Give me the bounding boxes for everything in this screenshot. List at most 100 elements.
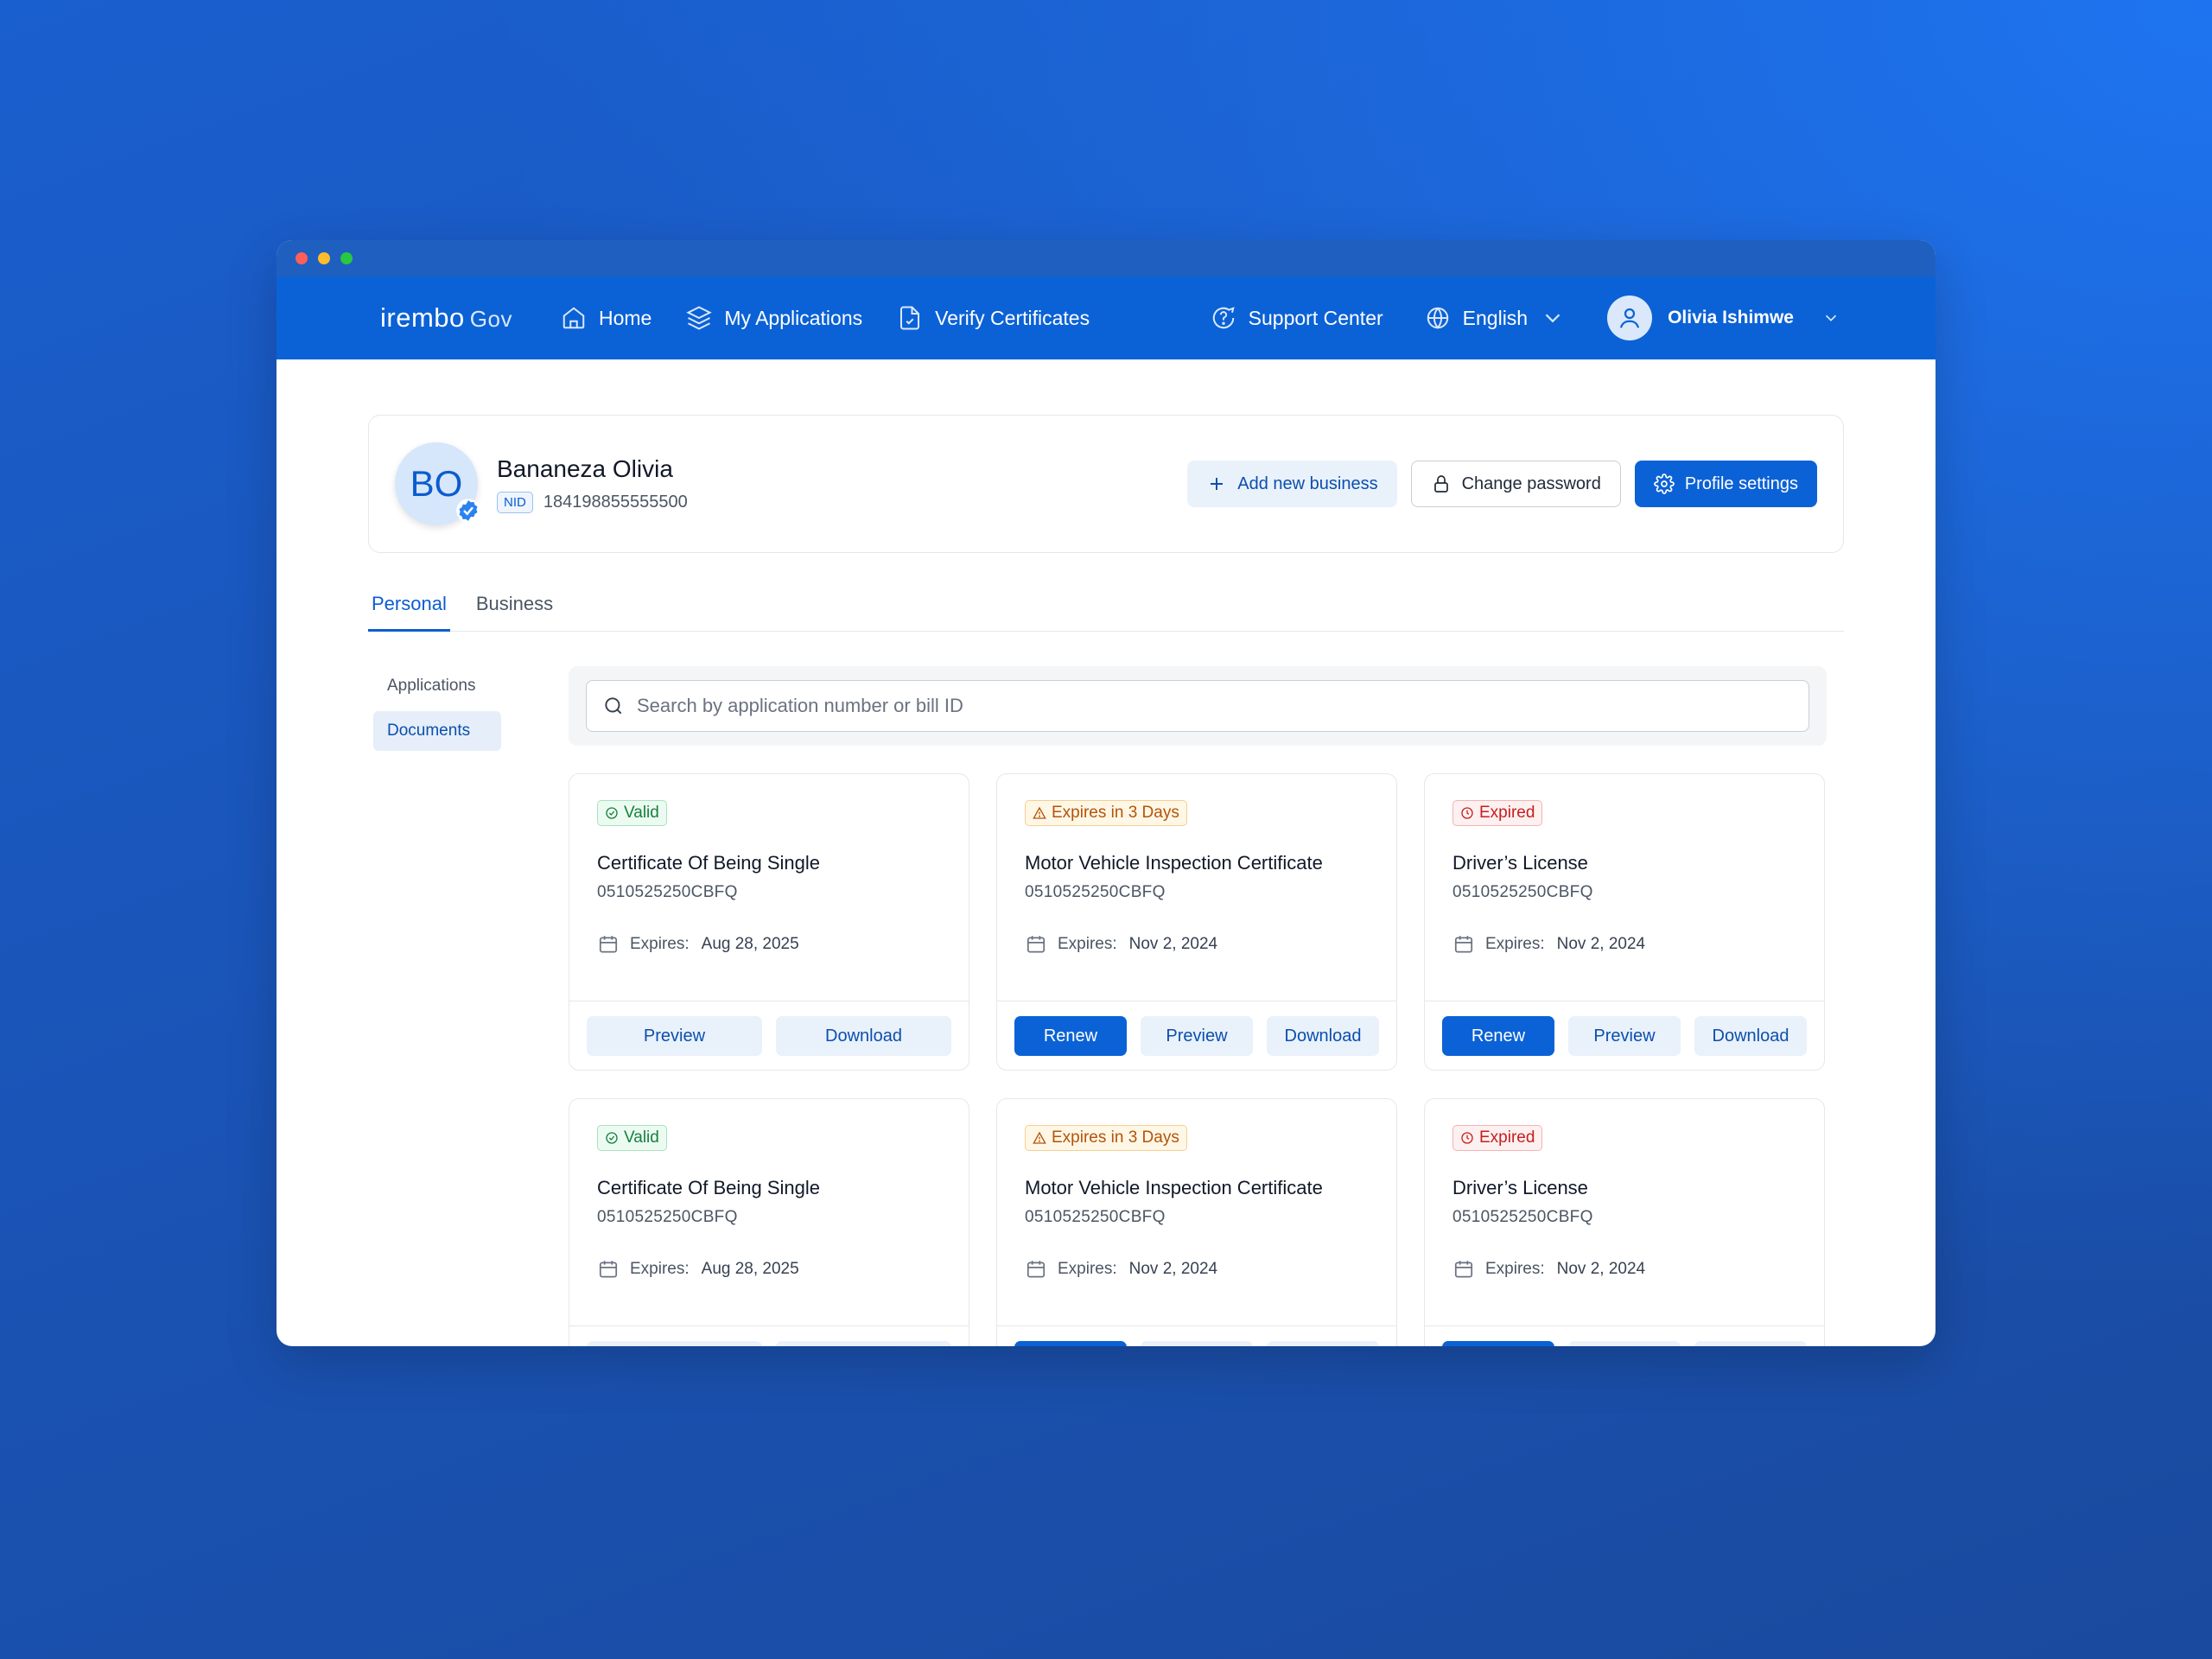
nid-number: 184198855555500	[543, 492, 688, 512]
document-id: 0510525250CBFQ	[1452, 1207, 1593, 1226]
maximize-window-button[interactable]	[340, 252, 353, 264]
plus-icon	[1211, 478, 1224, 490]
download-button[interactable]: Download	[776, 1016, 951, 1056]
renew-button[interactable]: Renew	[1014, 1341, 1127, 1346]
document-title: Motor Vehicle Inspection Certificate	[1025, 851, 1323, 874]
nav-support-center[interactable]: Support Center	[1211, 305, 1383, 331]
expiry-row: Expires: Aug 28, 2025	[597, 933, 941, 956]
document-id: 0510525250CBFQ	[597, 882, 738, 901]
nid-badge: NID	[497, 491, 533, 513]
search-input[interactable]: Search by application number or bill ID	[586, 679, 1809, 732]
sidebar-item-documents[interactable]: Documents	[373, 710, 501, 751]
document-id: 0510525250CBFQ	[1025, 1207, 1166, 1226]
globe-icon	[1427, 307, 1448, 329]
status-badge: Expires in 3 Days	[1025, 1124, 1187, 1151]
nav-verify-certificates[interactable]: Verify Certificates	[897, 305, 1090, 331]
user-icon	[1620, 308, 1640, 328]
renew-button[interactable]: Renew	[1442, 1341, 1554, 1346]
file-check-icon	[900, 306, 920, 330]
search-icon	[605, 696, 622, 714]
expires-label: Expires:	[1058, 934, 1117, 953]
renew-button[interactable]: Renew	[1442, 1016, 1554, 1056]
expiry-date: Nov 2, 2024	[1556, 1259, 1646, 1278]
card-actions: Renew Preview Download	[997, 1325, 1396, 1346]
document-title: Certificate Of Being Single	[597, 851, 821, 874]
card-actions: Renew Preview Download	[997, 1000, 1396, 1070]
warning-icon	[1033, 1131, 1046, 1144]
calendar-icon	[1027, 1260, 1046, 1278]
clock-icon	[1461, 806, 1473, 819]
document-title: Driver’s License	[1452, 851, 1588, 874]
home-icon	[563, 307, 585, 329]
sidebar: Applications Documents	[368, 666, 569, 1347]
user-menu[interactable]: Olivia Ishimwe	[1607, 296, 1840, 340]
document-title: Motor Vehicle Inspection Certificate	[1025, 1176, 1323, 1198]
browser-window: irembo Gov Home My Applications Verify Ce…	[276, 240, 1936, 1346]
renew-button[interactable]: Renew	[1014, 1016, 1127, 1056]
window-titlebar	[276, 240, 1936, 276]
language-selector[interactable]: English	[1425, 305, 1566, 331]
preview-button[interactable]: Preview	[587, 1341, 762, 1346]
preview-button[interactable]: Preview	[587, 1016, 762, 1056]
close-window-button[interactable]	[296, 252, 308, 264]
expiry-date: Aug 28, 2025	[701, 934, 799, 953]
expiry-date: Nov 2, 2024	[1128, 1259, 1218, 1278]
search-placeholder: Search by application number or bill ID	[637, 694, 963, 716]
profile-avatar: BO	[395, 442, 480, 525]
document-card: Expires in 3 Days Motor Vehicle Inspecti…	[996, 1097, 1397, 1346]
preview-button[interactable]: Preview	[1141, 1341, 1253, 1346]
download-button[interactable]: Download	[1694, 1016, 1807, 1056]
calendar-icon	[1027, 935, 1046, 953]
expires-label: Expires:	[630, 1259, 690, 1278]
download-button[interactable]: Download	[1267, 1016, 1379, 1056]
minimize-window-button[interactable]	[318, 252, 330, 264]
preview-button[interactable]: Preview	[1141, 1016, 1253, 1056]
expiry-row: Expires: Nov 2, 2024	[1025, 933, 1369, 956]
preview-button[interactable]: Preview	[1568, 1341, 1681, 1346]
expiry-date: Nov 2, 2024	[1556, 934, 1646, 953]
tab-personal[interactable]: Personal	[368, 593, 450, 632]
expires-label: Expires:	[1485, 934, 1545, 953]
expiry-row: Expires: Nov 2, 2024	[1452, 933, 1796, 956]
nav-home[interactable]: Home	[561, 305, 652, 331]
calendar-icon	[599, 935, 618, 953]
document-card: Valid Certificate Of Being Single 051052…	[569, 772, 969, 1071]
status-badge: Expired	[1452, 799, 1543, 826]
document-title: Driver’s License	[1452, 1176, 1588, 1198]
status-badge: Valid	[597, 799, 667, 826]
expiry-date: Nov 2, 2024	[1128, 934, 1218, 953]
expires-label: Expires:	[1485, 1259, 1545, 1278]
search-bar-container: Search by application number or bill ID	[569, 665, 1827, 746]
gear-icon	[1654, 474, 1675, 494]
expires-label: Expires:	[1058, 1259, 1117, 1278]
calendar-icon	[1454, 1260, 1473, 1278]
download-button[interactable]: Download	[1694, 1341, 1807, 1346]
preview-button[interactable]: Preview	[1568, 1016, 1681, 1056]
clock-icon	[1461, 1131, 1473, 1144]
top-navbar: irembo Gov Home My Applications Verify Ce…	[276, 276, 1936, 359]
sidebar-item-applications[interactable]: Applications	[373, 666, 501, 706]
calendar-icon	[599, 1260, 618, 1278]
profile-tabs: Personal Business	[368, 593, 1844, 632]
tab-business[interactable]: Business	[473, 593, 556, 631]
warning-icon	[1033, 806, 1046, 819]
profile-settings-button[interactable]: Profile settings	[1634, 461, 1817, 507]
chevron-down-icon	[1545, 314, 1560, 323]
status-badge: Valid	[597, 1124, 667, 1151]
irembo-logo[interactable]: irembo Gov	[380, 302, 512, 334]
profile-card: BO Bananeza Olivia NID 184198855555500 A…	[368, 415, 1844, 553]
add-new-business-button[interactable]: Add new business	[1187, 461, 1397, 507]
change-password-button[interactable]: Change password	[1410, 461, 1621, 507]
avatar	[1607, 296, 1653, 340]
document-card: Expired Driver’s License 0510525250CBFQ …	[1424, 772, 1825, 1071]
download-button[interactable]: Download	[776, 1341, 951, 1346]
calendar-icon	[1454, 935, 1473, 953]
expiry-row: Expires: Aug 28, 2025	[597, 1258, 941, 1281]
document-card: Expired Driver’s License 0510525250CBFQ …	[1424, 1097, 1825, 1346]
document-card-grid: Valid Certificate Of Being Single 051052…	[569, 772, 1844, 1346]
nav-my-applications[interactable]: My Applications	[686, 305, 862, 331]
profile-name: Bananeza Olivia	[497, 454, 673, 482]
chevron-down-icon	[1825, 315, 1837, 321]
download-button[interactable]: Download	[1267, 1341, 1379, 1346]
lock-icon	[1433, 475, 1448, 493]
